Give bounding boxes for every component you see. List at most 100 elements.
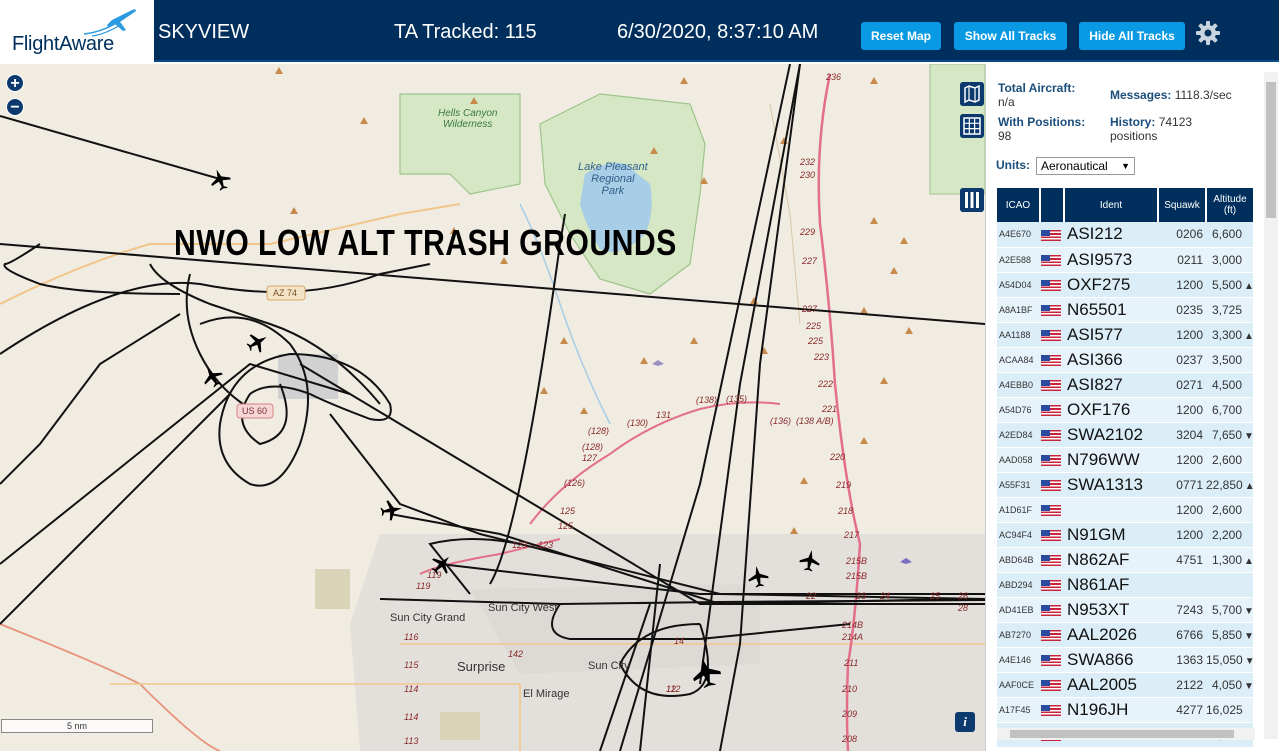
altitude-value: 6,700: [1211, 402, 1242, 417]
table-row[interactable]: AA1188 ASI577 1200 3,300 ▲: [997, 322, 1253, 348]
table-row[interactable]: A54D04 OXF275 1200 5,500 ▲: [997, 272, 1253, 298]
icao-cell: AD41EB: [997, 597, 1040, 623]
table-row[interactable]: A4E670 ASI212 0206 6,600: [997, 222, 1253, 248]
road-number: 119: [416, 581, 431, 591]
squawk-cell: 1200: [1158, 397, 1206, 423]
road-number: 26: [958, 591, 969, 601]
table-row[interactable]: AC94F4 N91GM 1200 2,200: [997, 522, 1253, 548]
total-aircraft-stat: Total Aircraft: n/a: [998, 81, 1075, 109]
shield-us60: US 60: [242, 406, 268, 416]
altitude-cell: 2,600: [1206, 497, 1253, 523]
park-label-lake-pleasant: Lake Pleasant Regional Park: [578, 161, 648, 197]
squawk-cell: 7243: [1158, 597, 1206, 623]
table-row[interactable]: AB7270 AAL2026 6766 5,850 ▼: [997, 622, 1253, 648]
road-number: 214B: [842, 620, 864, 630]
map-view[interactable]: Hells Canyon Wilderness Lake Pleasant Regi…: [0, 64, 985, 751]
altitude-value: 3,000: [1211, 252, 1242, 267]
squawk-cell: 1200: [1158, 497, 1206, 523]
with-positions-value: 98: [998, 129, 1012, 143]
ident-cell: OXF275: [1064, 272, 1158, 298]
squawk-cell: 1363: [1158, 647, 1206, 673]
road-number: 119: [427, 570, 442, 580]
altitude-value: 4,500: [1211, 377, 1242, 392]
messages-value: 1118.3/sec: [1174, 88, 1232, 102]
table-row[interactable]: A2E588 ASI9573 0211 3,000: [997, 247, 1253, 273]
road-number: (130): [627, 418, 649, 428]
altitude-cell: 3,500: [1206, 347, 1253, 373]
icao-cell: AA1188: [997, 322, 1040, 348]
column-header-ident[interactable]: Ident: [1064, 188, 1159, 222]
history-unit: positions: [1110, 129, 1158, 143]
grid-icon[interactable]: [960, 114, 984, 138]
altitude-trend-icon: ▲: [1244, 330, 1253, 342]
icao-cell: A1D61F: [997, 497, 1040, 523]
road-number: 142: [508, 649, 524, 659]
zoom-out-button[interactable]: −: [6, 98, 24, 116]
squawk-cell: 1200: [1158, 322, 1206, 348]
road-number: 125: [558, 521, 574, 531]
icao-cell: ABD64B: [997, 547, 1040, 573]
road-number: (128): [582, 442, 604, 452]
altitude-cell: 3,000: [1206, 247, 1253, 273]
vertical-scrollbar-thumb[interactable]: [1266, 82, 1276, 218]
ident-cell: ASI577: [1064, 322, 1158, 348]
squawk-cell: 2122: [1158, 672, 1206, 698]
columns-icon[interactable]: [960, 188, 984, 212]
table-row[interactable]: A55F31 SWA1313077122,850▲: [997, 472, 1253, 498]
hide-all-tracks-button[interactable]: Hide All Tracks: [1079, 22, 1185, 50]
altitude-trend-icon: ▲: [1244, 555, 1253, 567]
table-row[interactable]: A17F45 N196JH 4277 16,025: [997, 697, 1253, 723]
table-row[interactable]: A4EBB0 ASI827 0271 4,500: [997, 372, 1253, 398]
column-header-icao[interactable]: ICAO: [997, 188, 1041, 222]
squawk-cell: 0206: [1158, 222, 1206, 248]
table-row[interactable]: A1D61F 1200 2,600: [997, 497, 1253, 523]
us-flag-icon: [1041, 404, 1061, 416]
icao-cell: A54D76: [997, 397, 1040, 423]
units-row: Units:: [996, 158, 1030, 172]
zoom-in-button[interactable]: +: [6, 74, 24, 92]
units-select[interactable]: Aeronautical ▼: [1036, 157, 1135, 175]
overlay-title: NWO LOW ALT TRASH GROUNDS: [174, 222, 677, 263]
flag-cell: [1040, 647, 1064, 673]
column-header-flag[interactable]: [1040, 188, 1065, 222]
ident-cell: ASI366: [1064, 347, 1158, 373]
altitude-cell: 4,500: [1206, 372, 1253, 398]
altitude-cell: 5,700 ▼: [1206, 597, 1253, 623]
table-row[interactable]: ACAA84 ASI366 0237 3,500: [997, 347, 1253, 373]
icao-cell: ACAA84: [997, 347, 1040, 373]
road-number: 28: [958, 603, 969, 613]
table-row[interactable]: ABD64B N862AF 4751 1,300 ▲: [997, 547, 1253, 573]
altitude-cell: [1206, 572, 1253, 598]
table-row[interactable]: A54D76 OXF176 1200 6,700: [997, 397, 1253, 423]
altitude-cell: 3,300 ▲: [1206, 322, 1253, 348]
table-row[interactable]: A2ED84 SWA2102 3204 7,650 ▼: [997, 422, 1253, 448]
ident-cell: N953XT: [1064, 597, 1158, 623]
aircraft-sidebar: Total Aircraft: n/a Messages: 1118.3/sec…: [985, 64, 1279, 751]
column-header-altitude[interactable]: Altitude (ft): [1206, 188, 1253, 222]
ident-cell: [1064, 497, 1158, 523]
table-row[interactable]: A4E146 SWA866136315,050▼: [997, 647, 1253, 673]
us-flag-icon: [1041, 554, 1061, 566]
show-all-tracks-button[interactable]: Show All Tracks: [954, 22, 1067, 50]
horizontal-scrollbar-thumb[interactable]: [1010, 730, 1234, 738]
table-row[interactable]: AD41EB N953XT 7243 5,700 ▼: [997, 597, 1253, 623]
aircraft-table-body: A4E670 ASI212 0206 6,600 A2E588 ASI9573 0211 3,…: [997, 222, 1253, 748]
road-number: (126): [564, 478, 586, 488]
ident-cell: N861AF: [1064, 572, 1158, 598]
us-flag-icon: [1041, 704, 1061, 716]
map-canvas[interactable]: [0, 64, 985, 751]
flag-cell: [1040, 347, 1064, 373]
column-header-squawk[interactable]: Squawk: [1158, 188, 1207, 222]
info-button[interactable]: i: [955, 712, 975, 732]
altitude-trend-icon: ▼: [1244, 430, 1253, 442]
altitude-value: 3,500: [1211, 352, 1242, 367]
map-layers-icon[interactable]: [960, 82, 984, 106]
table-row[interactable]: AAD058 N796WW 1200 2,600: [997, 447, 1253, 473]
gear-icon[interactable]: [1195, 20, 1221, 46]
table-row[interactable]: A8A1BF N65501 0235 3,725: [997, 297, 1253, 323]
table-row[interactable]: AAF0CE AAL2005 2122 4,050 ▼: [997, 672, 1253, 698]
reset-map-button[interactable]: Reset Map: [861, 22, 941, 50]
squawk-cell: 1200: [1158, 272, 1206, 298]
flightaware-logo[interactable]: FlightAware: [0, 0, 154, 62]
table-row[interactable]: ABD294 N861AF: [997, 572, 1253, 598]
